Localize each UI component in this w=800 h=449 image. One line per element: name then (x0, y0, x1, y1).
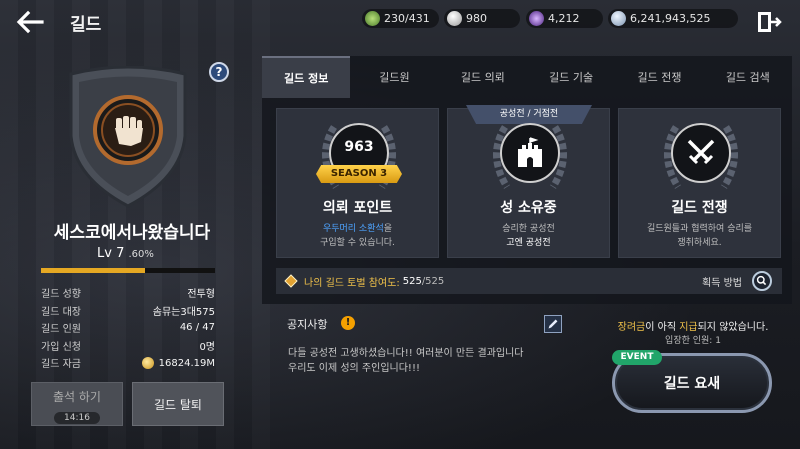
silver-counter: 6,241,943,525 (608, 9, 738, 28)
subsidy-word: 장려금 (617, 322, 646, 333)
guild-emblem-shield (69, 66, 187, 208)
crossed-swords-icon (687, 139, 715, 165)
subsidy-text: 이 아직 (645, 322, 680, 333)
guild-fortress-label: 길드 요새 (663, 376, 721, 392)
crystal-value: 4,212 (548, 12, 580, 25)
event-badge: EVENT (612, 350, 662, 365)
summon-stone-link: 우두머리 소환석 (322, 224, 384, 234)
info-label: 길드 인원 (41, 324, 81, 336)
guild-level-percent: .60% (128, 249, 154, 260)
desc-text: 구입할 수 있습니다. (320, 238, 395, 248)
info-row-leader: 길드 대장 솜뮤는3대575 (41, 302, 215, 320)
tab-skills[interactable]: 길드 기술 (527, 56, 615, 98)
search-icon[interactable] (752, 271, 772, 291)
tab-war[interactable]: 길드 전쟁 (615, 56, 703, 98)
subsidy-text: 되지 않았습니다. (697, 322, 769, 333)
info-label: 길드 대장 (41, 306, 81, 318)
castle-icon (518, 137, 542, 167)
notice-title: 공지사항 (287, 318, 328, 331)
request-points-value: 963 (344, 139, 374, 155)
tab-members[interactable]: 길드원 (350, 56, 438, 98)
tab-requests[interactable]: 길드 의뢰 (439, 56, 527, 98)
attend-button[interactable]: 출석 하기 14:16 (31, 382, 123, 426)
info-value: 46 / 47 (179, 322, 215, 334)
funds-value: 16824.19M (158, 357, 215, 369)
siege-card[interactable]: 공성전 / 거점전 성 소유중 승리한 공성전 고엔 공성전 (447, 105, 610, 258)
silver-value: 6,241,943,525 (630, 12, 711, 25)
guild-name: 세스코에서나왔습니다 (53, 223, 211, 243)
payment-word: 지급 (679, 322, 698, 333)
tab-search[interactable]: 길드 검색 (704, 56, 792, 98)
guild-info-list: 길드 성향 전투형 길드 대장 솜뮤는3대575 길드 인원 46 / 47 가… (41, 284, 215, 372)
crystal-icon (529, 11, 544, 26)
info-row-funds: 길드 자금 16824.19M (41, 354, 215, 372)
siege-title: 성 소유중 (500, 200, 557, 216)
desc-text: 을 (383, 224, 393, 234)
entered-count: 입장한 인원: 1 (665, 336, 721, 346)
guild-war-card[interactable]: 길드 전쟁 길드원들과 협력하여 승리를 쟁취하세요. (618, 108, 781, 258)
stamina-counter: 230/431 (362, 9, 439, 28)
raid-badge-icon (284, 274, 298, 288)
exit-icon[interactable] (756, 9, 782, 35)
raid-participation-value: 525 (402, 275, 422, 287)
back-arrow-icon[interactable] (14, 8, 46, 36)
info-label: 길드 자금 (41, 359, 81, 371)
guild-war-desc: 길드원들과 협력하여 승리를 쟁취하세요. (619, 222, 780, 250)
how-to-obtain-link[interactable]: 획득 방법 (702, 274, 742, 289)
guild-war-title: 길드 전쟁 (671, 200, 728, 216)
info-row-tendency: 길드 성향 전투형 (41, 284, 215, 302)
notice-body: 다들 공성전 고생하셨습니다!! 여러분이 만든 결과입니다 우리도 이제 성의… (288, 346, 578, 376)
pearl-icon (447, 11, 462, 26)
help-icon[interactable]: ? (209, 62, 229, 82)
subsidy-message: 장려금이 아직 지급되지 않았습니다. (588, 318, 798, 333)
notice-line: 우리도 이제 성의 주인입니다!!! (288, 363, 420, 374)
edit-pencil-icon[interactable] (544, 315, 562, 333)
guild-level: Lv 7 .60% (97, 246, 154, 261)
attend-button-label: 출석 하기 (53, 390, 101, 404)
top-bar: 길드 230/431 980 4,212 6,241,943,525 (0, 0, 800, 44)
info-row-members: 길드 인원 46 / 47 (41, 319, 215, 337)
request-points-desc: 우두머리 소환석을 구입할 수 있습니다. (277, 222, 438, 250)
pearl-counter: 980 (444, 9, 520, 28)
leave-guild-button[interactable]: 길드 탈퇴 (132, 382, 224, 426)
page-title: 길드 (70, 15, 102, 35)
stamina-value: 230/431 (384, 12, 430, 25)
info-label: 길드 성향 (41, 289, 81, 301)
silver-coin-icon (611, 11, 626, 26)
notice-line: 다들 공성전 고생하셨습니다!! 여러분이 만든 결과입니다 (288, 348, 524, 359)
desc-text: 쟁취하세요. (677, 238, 722, 248)
desc-text: 승리한 공성전 (502, 224, 555, 234)
request-points-title: 의뢰 포인트 (322, 200, 393, 216)
raid-participation-bar: 나의 길드 토벌 참여도: 525 /525 획득 방법 (276, 268, 782, 294)
guild-xp-fill (41, 268, 146, 273)
crystal-counter: 4,212 (526, 9, 603, 28)
raid-participation-label: 나의 길드 토벌 참여도: (304, 277, 400, 289)
request-points-card[interactable]: 963 SEASON 3 의뢰 포인트 우두머리 소환석을 구입할 수 있습니다… (276, 108, 439, 258)
tab-guild-info[interactable]: 길드 정보 (262, 56, 351, 98)
season-ribbon: SEASON 3 (316, 165, 402, 183)
won-siege-name: 고엔 공성전 (506, 238, 551, 248)
gold-coin-icon (141, 356, 154, 369)
info-value: 솜뮤는3대575 (152, 306, 215, 318)
attend-timer: 14:16 (54, 412, 100, 424)
raid-participation-max: /525 (421, 275, 445, 287)
tab-bar: 길드 정보 길드원 길드 의뢰 길드 기술 길드 전쟁 길드 검색 (262, 56, 792, 98)
siege-desc: 승리한 공성전 고엔 공성전 (448, 222, 609, 250)
desc-text: 길드원들과 협력하여 승리를 (646, 224, 753, 234)
info-row-applications: 가입 신청 0명 (41, 337, 215, 355)
pearl-value: 980 (466, 12, 487, 25)
info-value: 0명 (199, 341, 215, 353)
alert-icon: ! (341, 316, 355, 330)
info-value: 전투형 (187, 289, 215, 301)
stamina-icon (365, 11, 380, 26)
info-label: 가입 신청 (41, 341, 81, 353)
guild-xp-bar (41, 268, 215, 273)
guild-level-value: Lv 7 (97, 246, 125, 261)
info-value: 16824.19M (141, 356, 215, 369)
